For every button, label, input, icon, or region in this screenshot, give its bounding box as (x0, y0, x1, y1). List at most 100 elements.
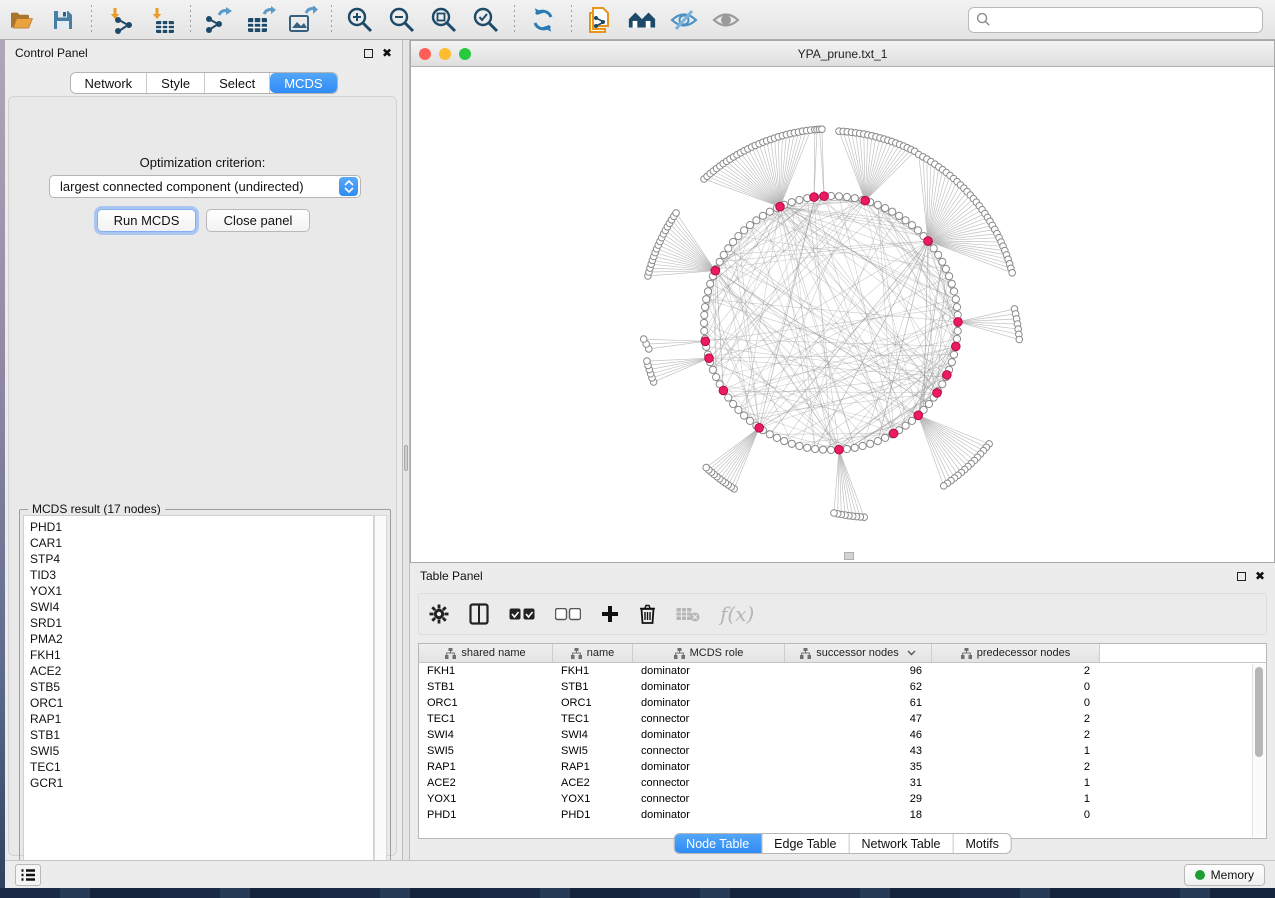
add-column-icon[interactable] (601, 605, 619, 623)
tab-node-table[interactable]: Node Table (674, 834, 762, 853)
network-graph[interactable] (411, 67, 1274, 562)
zoom-fit-icon[interactable] (429, 5, 459, 35)
table-row[interactable]: RAP1RAP1dominator352 (419, 759, 1266, 775)
delete-column-icon[interactable] (639, 604, 656, 624)
network-canvas[interactable] (411, 67, 1274, 562)
mcds-result-list[interactable]: PHD1CAR1STP4TID3YOX1SWI4SRD1PMA2FKH1ACE2… (23, 515, 374, 875)
cell-role: connector (633, 777, 785, 789)
mcds-result-item[interactable]: STP4 (30, 551, 373, 567)
tab-select[interactable]: Select (205, 73, 270, 93)
table-row[interactable]: SWI4SWI4dominator462 (419, 727, 1266, 743)
close-panel-button[interactable]: Close panel (206, 209, 310, 232)
mcds-result-item[interactable]: STB5 (30, 679, 373, 695)
mcds-result-item[interactable]: GCR1 (30, 775, 373, 791)
new-network-from-selection-icon[interactable] (585, 5, 615, 35)
split-panel-icon[interactable] (469, 603, 489, 625)
cell-name: SWI4 (553, 729, 633, 741)
table-row[interactable]: STB1STB1dominator620 (419, 679, 1266, 695)
tab-motifs[interactable]: Motifs (953, 834, 1010, 853)
mcds-result-item[interactable]: RAP1 (30, 711, 373, 727)
float-window-icon[interactable] (1237, 572, 1246, 581)
cell-succ: 43 (785, 745, 932, 757)
tab-network[interactable]: Network (70, 73, 147, 93)
table-row[interactable]: TEC1TEC1connector472 (419, 711, 1266, 727)
table-row[interactable]: SWI5SWI5connector431 (419, 743, 1266, 759)
tab-style[interactable]: Style (147, 73, 205, 93)
tab-network-table[interactable]: Network Table (850, 834, 954, 853)
delete-table-icon (676, 606, 700, 622)
run-mcds-button[interactable]: Run MCDS (97, 209, 196, 232)
mcds-result-item[interactable]: ACE2 (30, 663, 373, 679)
table-tabs: Node TableEdge TableNetwork TableMotifs (673, 833, 1012, 854)
tab-mcds[interactable]: MCDS (270, 73, 336, 93)
column-attribute-icon (445, 648, 456, 659)
search-input[interactable] (991, 13, 1255, 27)
cell-name: YOX1 (553, 793, 633, 805)
show-all-icon[interactable] (711, 5, 741, 35)
sort-descending-icon (907, 650, 916, 656)
column-header-shared-name[interactable]: shared name (419, 644, 553, 662)
export-network-icon[interactable] (204, 5, 234, 35)
zoom-selected-icon[interactable] (471, 5, 501, 35)
show-panels-button[interactable] (15, 864, 41, 886)
table-row[interactable]: ORC1ORC1dominator610 (419, 695, 1266, 711)
mcds-result-item[interactable]: PHD1 (30, 519, 373, 535)
search-box[interactable] (968, 7, 1263, 33)
mcds-result-item[interactable]: STB1 (30, 727, 373, 743)
table-row[interactable]: YOX1YOX1connector291 (419, 791, 1266, 807)
mcds-result-item[interactable]: CAR1 (30, 535, 373, 551)
tab-edge-table[interactable]: Edge Table (762, 834, 849, 853)
settings-gear-icon[interactable] (429, 604, 449, 624)
first-neighbors-icon[interactable] (627, 5, 657, 35)
vertical-splitter[interactable] (402, 40, 410, 860)
cell-succ: 47 (785, 713, 932, 725)
mcds-result-item[interactable]: SWI4 (30, 599, 373, 615)
cell-shared_name: STB1 (419, 681, 553, 693)
table-row[interactable]: PHD1PHD1dominator180 (419, 807, 1266, 823)
table-row[interactable]: ACE2ACE2connector311 (419, 775, 1266, 791)
horizontal-splitter-handle[interactable] (844, 552, 854, 560)
splitter-handle[interactable] (404, 445, 408, 471)
column-header-predecessor-nodes[interactable]: predecessor nodes (932, 644, 1100, 662)
mcds-result-scrollbar[interactable] (374, 515, 387, 875)
mcds-result-item[interactable]: YOX1 (30, 583, 373, 599)
zoom-in-icon[interactable] (345, 5, 375, 35)
cell-role: dominator (633, 681, 785, 693)
float-window-icon[interactable] (364, 49, 373, 58)
deselect-all-columns-icon[interactable] (555, 608, 581, 621)
import-table-icon[interactable] (147, 5, 177, 35)
table-row[interactable]: FKH1FKH1dominator962 (419, 663, 1266, 679)
mcds-result-item[interactable]: PMA2 (30, 631, 373, 647)
memory-button[interactable]: Memory (1184, 864, 1265, 886)
zoom-out-icon[interactable] (387, 5, 417, 35)
table-scrollbar[interactable] (1252, 664, 1265, 837)
network-window-titlebar[interactable]: YPA_prune.txt_1 (411, 41, 1274, 67)
mcds-result-item[interactable]: FKH1 (30, 647, 373, 663)
export-table-icon[interactable] (246, 5, 276, 35)
import-network-icon[interactable] (105, 5, 135, 35)
column-header-successor-nodes[interactable]: successor nodes (785, 644, 932, 662)
close-panel-icon[interactable]: ✖ (382, 47, 392, 59)
hide-selected-icon[interactable] (669, 5, 699, 35)
cell-role: connector (633, 745, 785, 757)
mcds-result-item[interactable]: ORC1 (30, 695, 373, 711)
cell-pred: 2 (932, 761, 1100, 773)
column-header-name[interactable]: name (553, 644, 633, 662)
toolbar-separator (331, 5, 332, 35)
save-session-icon[interactable] (48, 5, 78, 35)
cell-shared_name: TEC1 (419, 713, 553, 725)
optimization-criterion-select[interactable]: largest connected component (undirected) (49, 175, 361, 198)
mcds-result-item[interactable]: SWI5 (30, 743, 373, 759)
mcds-result-groupbox: MCDS result (17 nodes) PHD1CAR1STP4TID3Y… (19, 509, 391, 879)
desktop-wallpaper (0, 888, 1275, 898)
mcds-result-item[interactable]: TID3 (30, 567, 373, 583)
table-scrollbar-thumb[interactable] (1255, 667, 1263, 757)
close-panel-icon[interactable]: ✖ (1255, 570, 1265, 582)
mcds-result-item[interactable]: TEC1 (30, 759, 373, 775)
export-image-icon[interactable] (288, 5, 318, 35)
open-file-icon[interactable] (6, 5, 36, 35)
refresh-icon[interactable] (528, 5, 558, 35)
select-all-columns-icon[interactable] (509, 608, 535, 621)
mcds-result-item[interactable]: SRD1 (30, 615, 373, 631)
column-header-MCDS-role[interactable]: MCDS role (633, 644, 785, 662)
